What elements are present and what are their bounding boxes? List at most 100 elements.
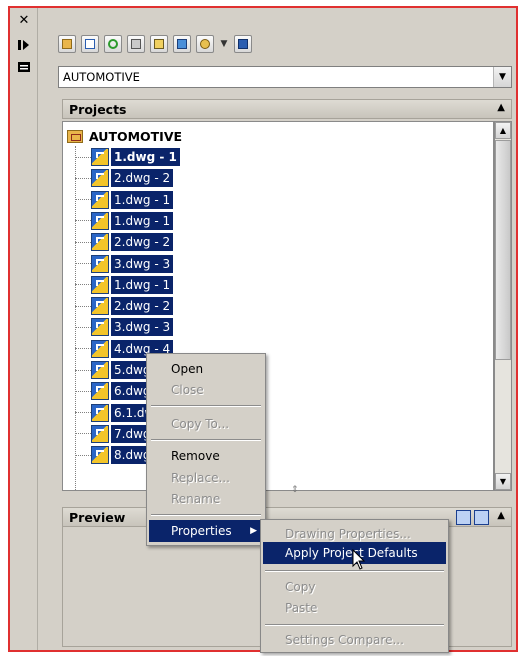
tree-connector xyxy=(75,433,91,435)
tree-connector xyxy=(75,220,91,222)
tree-item[interactable]: 1.dwg - 1 xyxy=(75,189,174,211)
scroll-up-icon[interactable]: ▲ xyxy=(495,122,511,139)
tree-item[interactable]: 7.dwg xyxy=(75,423,154,445)
tree-connector xyxy=(75,369,91,371)
drawing-file-icon xyxy=(91,318,109,337)
tree-item[interactable]: 1.dwg - 1 xyxy=(75,210,174,232)
tree-item-label: 2.dwg - 2 xyxy=(111,297,174,316)
new-sheet-icon[interactable] xyxy=(81,35,99,53)
tree-item-label: 2.dwg - 2 xyxy=(111,169,174,188)
drawing-file-icon xyxy=(91,446,109,465)
drawing-file-icon xyxy=(91,339,109,358)
tree-item-label: 1.dwg - 1 xyxy=(111,148,180,166)
menu-item-rename[interactable]: Rename xyxy=(149,488,263,510)
tree-connector xyxy=(75,412,91,414)
menu-item-paste[interactable]: Paste xyxy=(263,597,446,619)
archive-icon[interactable] xyxy=(150,35,168,53)
preview-details-icon[interactable] xyxy=(474,510,489,525)
tree-connector xyxy=(75,390,91,392)
collapse-icon[interactable]: ▲ xyxy=(497,510,505,521)
tree-item-label: 2.dwg - 2 xyxy=(111,233,174,252)
tree-item[interactable]: 8.dwg xyxy=(75,444,154,466)
tree-item-label: 1.dwg - 1 xyxy=(111,211,174,230)
preview-thumbnail-icon[interactable] xyxy=(456,510,471,525)
project-select[interactable]: AUTOMOTIVE ▼ xyxy=(58,66,512,88)
menu-item-replace[interactable]: Replace... xyxy=(149,467,263,489)
menu-item-remove[interactable]: Remove xyxy=(149,445,263,467)
scroll-down-icon[interactable]: ▼ xyxy=(495,473,511,490)
tree-connector xyxy=(75,156,91,158)
tree-item-label: 3.dwg - 3 xyxy=(111,318,174,337)
drawing-file-icon xyxy=(91,233,109,252)
tree-connector xyxy=(75,263,91,264)
tree-item-label: 1.dwg - 1 xyxy=(111,190,174,209)
properties-icon[interactable] xyxy=(16,60,32,74)
open-project-icon[interactable] xyxy=(58,35,76,53)
refresh-icon[interactable] xyxy=(104,35,122,53)
drawing-file-icon xyxy=(91,211,109,230)
drawing-file-icon xyxy=(91,254,109,273)
tree-item[interactable]: 6.1.dw xyxy=(75,402,158,424)
help-icon[interactable] xyxy=(234,35,252,53)
collapse-icon[interactable]: ▲ xyxy=(497,102,505,113)
project-tree[interactable]: AUTOMOTIVE 1.dwg - 1 2.dwg - 2 1.dwg - 1 1.… xyxy=(62,121,494,491)
drawing-file-icon xyxy=(91,148,109,166)
menu-item-close[interactable]: Close xyxy=(149,379,263,401)
auto-hide-icon[interactable] xyxy=(16,38,32,52)
tree-item[interactable]: 5.dwg xyxy=(75,359,154,381)
palette-titlebar: ✕ xyxy=(10,8,38,650)
views-icon[interactable] xyxy=(196,35,214,53)
tree-connector xyxy=(75,454,91,456)
etransmit-icon[interactable] xyxy=(127,35,145,53)
project-toolbar: ▼ xyxy=(58,32,252,56)
project-select-value: AUTOMOTIVE xyxy=(63,70,140,84)
tree-connector xyxy=(75,199,91,201)
drawing-file-icon xyxy=(91,403,109,422)
close-icon[interactable]: ✕ xyxy=(16,14,32,28)
tree-item[interactable]: 1.dwg - 1 xyxy=(75,146,180,168)
tree-item-label: 3.dwg - 3 xyxy=(111,254,174,273)
tree-connector xyxy=(75,177,91,179)
mouse-cursor-icon xyxy=(352,549,366,570)
splitter-grip-icon[interactable]: ⇕ xyxy=(291,485,299,495)
tree-item[interactable]: 6.dwg xyxy=(75,380,154,402)
menu-separator xyxy=(151,405,261,407)
projects-title: Projects xyxy=(69,102,127,117)
tree-item[interactable]: 3.dwg - 3 xyxy=(75,316,174,338)
tree-connector xyxy=(75,326,91,328)
menu-item-open[interactable]: Open xyxy=(149,358,263,380)
tree-item-label: 1.dwg - 1 xyxy=(111,275,174,294)
drawing-file-icon xyxy=(91,190,109,209)
menu-item-copy[interactable]: Copy xyxy=(263,576,446,598)
tree-item[interactable]: 2.dwg - 2 xyxy=(75,167,174,189)
projects-header[interactable]: Projects ▲ xyxy=(62,99,512,119)
project-folder-icon xyxy=(67,129,83,143)
drawing-file-icon xyxy=(91,424,109,443)
tree-item[interactable]: 2.dwg - 2 xyxy=(75,295,174,317)
submenu-arrow-icon: ▶ xyxy=(250,526,257,536)
menu-item-copy-to[interactable]: Copy To... xyxy=(149,413,263,435)
tree-item[interactable]: 3.dwg - 3 xyxy=(75,253,174,275)
menu-separator xyxy=(151,439,261,441)
tree-connector xyxy=(75,241,91,243)
context-menu: Open Close Copy To... Remove Replace... … xyxy=(146,353,266,546)
tree-root-label: AUTOMOTIVE xyxy=(89,128,183,144)
tree-root[interactable]: AUTOMOTIVE xyxy=(67,127,182,145)
tree-connector xyxy=(75,284,91,286)
drawing-file-icon xyxy=(91,169,109,188)
menu-item-properties[interactable]: Properties ▶ xyxy=(149,520,263,542)
publish-icon[interactable] xyxy=(173,35,191,53)
menu-separator xyxy=(151,514,261,516)
menu-separator xyxy=(265,624,444,626)
tree-scrollbar[interactable]: ▲ ▼ xyxy=(494,121,512,491)
drawing-file-icon xyxy=(91,275,109,294)
menu-item-settings-compare[interactable]: Settings Compare... xyxy=(263,629,446,651)
tree-connector xyxy=(75,305,91,307)
chevron-down-icon[interactable]: ▼ xyxy=(493,67,511,87)
tree-item[interactable]: 2.dwg - 2 xyxy=(75,231,174,253)
scroll-thumb[interactable] xyxy=(495,140,511,360)
chevron-down-icon[interactable]: ▼ xyxy=(219,35,229,53)
tree-item[interactable]: 1.dwg - 1 xyxy=(75,274,174,296)
drawing-file-icon xyxy=(91,382,109,401)
preview-title: Preview xyxy=(69,510,126,525)
